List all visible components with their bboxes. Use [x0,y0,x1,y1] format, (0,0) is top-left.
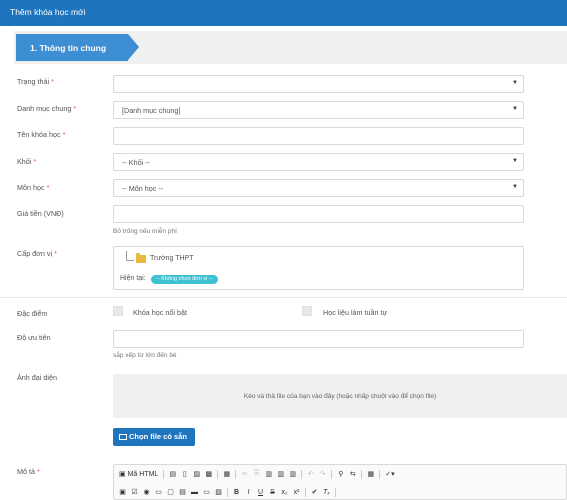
choose-file-label: Chọn file có sẵn [129,432,187,441]
section-divider [0,297,567,298]
subscript-icon[interactable]: x₂ [281,489,288,496]
checkbox-icon[interactable]: ☑ [131,488,138,496]
priority-label: Độ ưu tiên [17,333,51,342]
page-title: Thêm khóa học mới [10,7,86,17]
status-select[interactable]: ▼ [113,75,524,93]
copy-format-icon[interactable]: ✔ [311,488,318,496]
grade-select[interactable]: -- Khối -- ▼ [113,153,524,171]
description-label: Mô tả * [17,467,40,476]
features-label: Đặc điểm [17,309,48,318]
tree-item-school[interactable]: Trường THPT [150,255,194,262]
grade-label: Khối * [17,157,37,166]
subject-select[interactable]: -- Môn học -- ▼ [113,179,524,197]
textarea-icon[interactable]: ▢ [167,488,174,496]
source-icon[interactable]: ▣ Mã HTML [119,470,158,478]
save-icon[interactable]: ▤ [169,470,176,478]
price-label: Giá tiền (VNĐ) [17,209,64,218]
editor-toolbar-row-1: ▣ Mã HTML ▤ ▯ ▨ ▩ ▦ ✂ ⎘ ▥ ▥ ▥ ↶ ↷ ⚲ ⇆ ▦ … [119,467,395,481]
chevron-down-icon: ▼ [512,184,518,190]
course-name-label: Tên khóa học * [17,130,66,139]
select-all-icon[interactable]: ▦ [367,470,374,478]
print-icon[interactable]: ▩ [205,470,212,478]
image-label: Ảnh đại diện [17,373,57,382]
redo-icon[interactable]: ↷ [319,470,326,478]
image-dropzone[interactable]: Kéo và thả file của bạn vào đây (hoặc nh… [113,374,567,418]
button-icon[interactable]: ▬ [191,489,198,496]
choose-file-button[interactable]: Chọn file có sẵn [113,428,195,446]
undo-icon[interactable]: ↶ [307,470,314,478]
image-icon [119,434,127,440]
superscript-icon[interactable]: x² [293,489,300,496]
hiddenfield-icon[interactable]: ▨ [215,488,222,496]
select-icon[interactable]: ▤ [179,488,186,496]
price-input[interactable] [113,205,524,223]
editor-toolbar-row-2: ▣ ☑ ◉ ▭ ▢ ▤ ▬ ▭ ▨ B I U S x₂ x² ✔ Tₓ [119,485,336,499]
current-unit-label: Hiện tại: [120,275,146,282]
step-general-info[interactable]: 1. Thông tin chung [16,34,139,61]
templates-icon[interactable]: ▦ [223,470,230,478]
status-label: Trạng thái * [17,77,54,86]
paste-text-icon[interactable]: ▥ [277,470,284,478]
radio-icon[interactable]: ◉ [143,488,150,496]
sequential-label: Học liệu làm tuần tự [323,308,388,317]
chevron-down-icon: ▼ [512,80,518,86]
subject-label: Môn học * [17,183,50,192]
paste-icon[interactable]: ▥ [265,470,272,478]
priority-hint: sắp xếp từ lớn đến bé [113,352,177,359]
find-icon[interactable]: ⚲ [337,470,344,478]
underline-icon[interactable]: U [257,489,264,496]
cut-icon[interactable]: ✂ [241,470,248,478]
price-hint: Bỏ trống nếu miễn phí [113,228,177,235]
chevron-down-icon: ▼ [512,158,518,164]
preview-icon[interactable]: ▨ [193,470,200,478]
new-page-icon[interactable]: ▯ [181,470,188,478]
copy-icon[interactable]: ⎘ [253,470,260,478]
remove-format-icon[interactable]: Tₓ [323,489,330,496]
unit-label: Cấp đơn vị * [17,249,57,258]
spellcheck-icon[interactable]: ✓▾ [385,470,394,478]
italic-icon[interactable]: I [245,489,252,496]
category-label: Danh mục chung * [17,104,77,113]
strike-icon[interactable]: S [269,489,276,496]
form-icon[interactable]: ▣ [119,488,126,496]
course-name-input[interactable] [113,127,524,145]
page-header: Thêm khóa học mới [0,0,567,26]
replace-icon[interactable]: ⇆ [349,470,356,478]
featured-label: Khóa học nổi bật [133,308,187,317]
step-bar: 1. Thông tin chung [14,31,567,64]
imagebutton-icon[interactable]: ▭ [203,488,210,496]
category-select[interactable]: [Danh mục chung] ▼ [113,101,524,119]
bold-icon[interactable]: B [233,489,240,496]
priority-input[interactable] [113,330,524,348]
current-unit-badge[interactable]: -- Không chọn đơn vị -- [151,275,218,284]
textfield-icon[interactable]: ▭ [155,488,162,496]
chevron-down-icon: ▼ [512,106,518,112]
step-label: 1. Thông tin chung [30,43,107,53]
folder-icon [136,253,146,263]
sequential-checkbox[interactable] [302,306,312,316]
description-editor[interactable]: ▣ Mã HTML ▤ ▯ ▨ ▩ ▦ ✂ ⎘ ▥ ▥ ▥ ↶ ↷ ⚲ ⇆ ▦ … [113,464,567,500]
featured-checkbox[interactable] [113,306,123,316]
paste-word-icon[interactable]: ▥ [289,470,296,478]
tree-connector [126,251,134,261]
unit-tree: Trường THPT Hiện tại: -- Không chọn đơn … [113,246,524,290]
